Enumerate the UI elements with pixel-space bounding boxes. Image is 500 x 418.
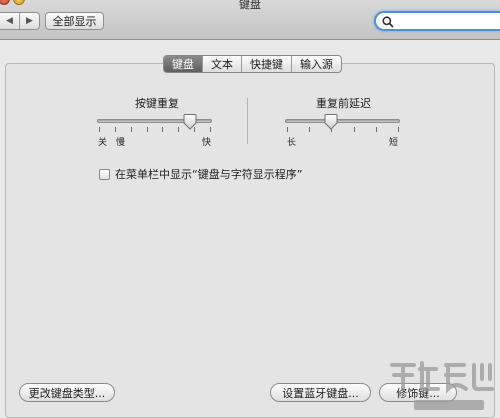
slider-tick bbox=[398, 127, 399, 132]
key-repeat-slider-knob[interactable] bbox=[183, 114, 197, 130]
delay-short-label: 短 bbox=[389, 138, 399, 148]
show-all-button[interactable]: 全部显示 bbox=[45, 12, 104, 30]
modifier-keys-button[interactable]: 修饰键... bbox=[379, 383, 457, 402]
tab-bar: 键盘 文本 快捷键 输入源 bbox=[163, 55, 342, 73]
slider-tick bbox=[115, 127, 116, 132]
slider-tick bbox=[210, 127, 211, 132]
slider-tick bbox=[162, 127, 163, 132]
slider-tick bbox=[99, 127, 100, 132]
delay-until-repeat-ticks bbox=[287, 127, 399, 132]
back-forward-control: ◀ ▶ bbox=[0, 12, 40, 30]
slider-tick bbox=[131, 127, 132, 132]
slider-divider bbox=[247, 98, 248, 144]
delay-until-repeat-slider-track[interactable] bbox=[285, 119, 400, 123]
menu-bar-option-label: 在菜单栏中显示“键盘与字符显示程序” bbox=[115, 168, 303, 181]
tab-input-sources[interactable]: 输入源 bbox=[291, 56, 341, 72]
delay-long-label: 长 bbox=[287, 138, 297, 148]
slider-tick bbox=[178, 127, 179, 132]
key-repeat-fast-label: 快 bbox=[202, 138, 212, 148]
chevron-left-icon: ◀ bbox=[6, 16, 13, 26]
tab-shortcuts[interactable]: 快捷键 bbox=[241, 56, 291, 72]
menu-bar-option-row[interactable]: 在菜单栏中显示“键盘与字符显示程序” bbox=[99, 166, 302, 182]
key-repeat-label: 按键重复 bbox=[135, 97, 179, 110]
back-button[interactable]: ◀ bbox=[0, 13, 19, 29]
forward-button[interactable]: ▶ bbox=[19, 13, 39, 29]
slider-tick bbox=[147, 127, 148, 132]
search-icon bbox=[382, 16, 394, 28]
key-repeat-off-label: 关 bbox=[98, 138, 108, 148]
keyboard-preferences-window: 键盘 ◀ ▶ 全部显示 键盘 文本 快捷键 输入源 按键重复 关 慢 快 重复前… bbox=[0, 0, 500, 418]
delay-until-repeat-label: 重复前延迟 bbox=[316, 97, 371, 110]
slider-tick bbox=[309, 127, 310, 132]
tab-keyboard[interactable]: 键盘 bbox=[164, 56, 202, 72]
tab-text[interactable]: 文本 bbox=[202, 56, 241, 72]
slider-tick bbox=[376, 127, 377, 132]
slider-tick bbox=[287, 127, 288, 132]
key-repeat-slow-label: 慢 bbox=[116, 138, 126, 148]
slider-tick bbox=[354, 127, 355, 132]
chevron-right-icon: ▶ bbox=[26, 16, 33, 26]
menu-bar-option-checkbox[interactable] bbox=[99, 168, 110, 180]
setup-bluetooth-keyboard-button[interactable]: 设置蓝牙键盘... bbox=[270, 383, 371, 402]
toolbar: 键盘 ◀ ▶ 全部显示 bbox=[0, 0, 500, 40]
search-field[interactable] bbox=[374, 11, 500, 31]
change-keyboard-type-button[interactable]: 更改键盘类型... bbox=[19, 383, 115, 402]
delay-until-repeat-slider-knob[interactable] bbox=[324, 114, 338, 130]
keyboard-tab-panel bbox=[5, 63, 495, 418]
